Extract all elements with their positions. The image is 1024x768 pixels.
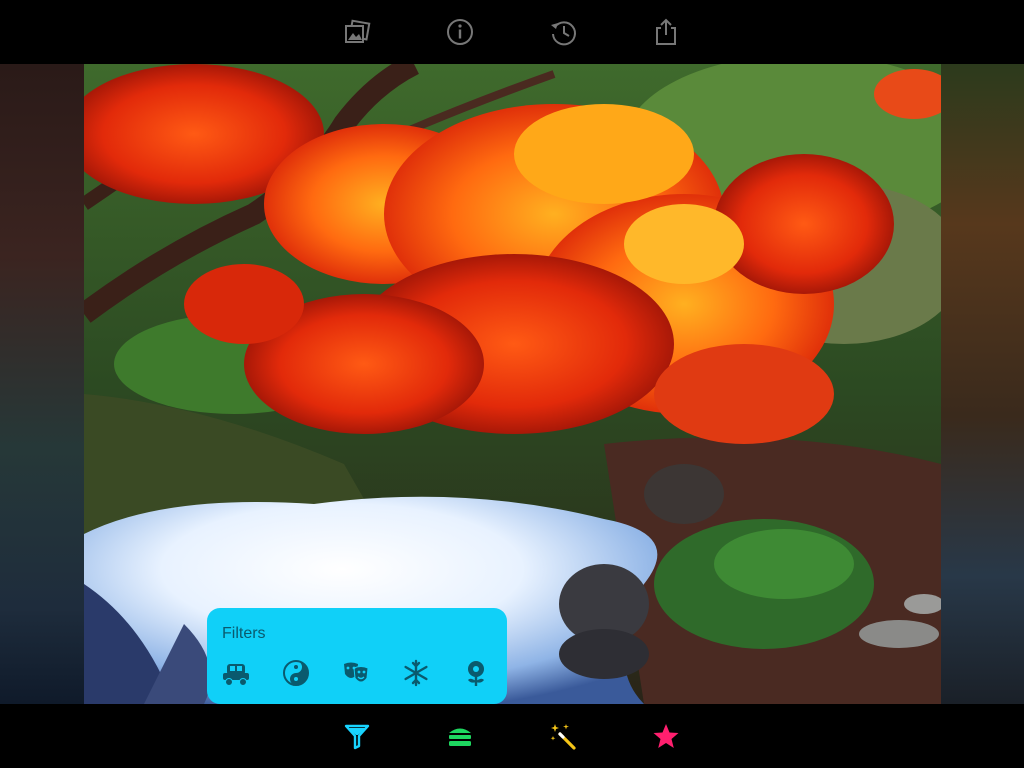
filter-vintage-car-button[interactable] [219, 656, 253, 690]
yin-yang-filter-icon [283, 660, 309, 686]
snowflake-filter-icon [404, 659, 428, 687]
filters-popover: Filters [207, 608, 507, 704]
history-button[interactable] [545, 14, 581, 50]
magic-wand-icon [550, 724, 576, 750]
blurred-backdrop-left [0, 64, 84, 704]
photos-icon [345, 19, 371, 43]
bottom-toolbar [0, 704, 1024, 768]
filter-yin-yang-button[interactable] [279, 656, 313, 690]
filters-title: Filters [222, 625, 266, 642]
share-icon [656, 18, 676, 45]
filter-snowflake-button[interactable] [399, 656, 433, 690]
blurred-backdrop-right [941, 64, 1024, 704]
filter-flower-button[interactable] [459, 656, 493, 690]
vintage-car-filter-icon [223, 664, 249, 686]
favorites-tool-button[interactable] [650, 720, 682, 752]
photo-canvas[interactable] [84, 64, 941, 704]
flower-filter-icon [468, 661, 484, 686]
info-button[interactable] [442, 14, 478, 50]
top-toolbar [0, 0, 1024, 64]
photos-button[interactable] [339, 14, 375, 50]
star-icon [653, 724, 679, 748]
filter-funnel-icon [344, 724, 370, 750]
magic-wand-tool-button[interactable] [548, 720, 580, 752]
share-button[interactable] [648, 14, 684, 50]
layers-tool-button[interactable] [444, 720, 476, 752]
history-icon [551, 21, 576, 46]
layers-icon [449, 728, 471, 746]
info-icon [447, 19, 473, 45]
autumn-maple-pond-photo [84, 64, 941, 704]
filter-drama-masks-button[interactable] [339, 656, 373, 690]
drama-masks-filter-icon [344, 662, 369, 683]
filters-tool-button[interactable] [341, 720, 373, 752]
